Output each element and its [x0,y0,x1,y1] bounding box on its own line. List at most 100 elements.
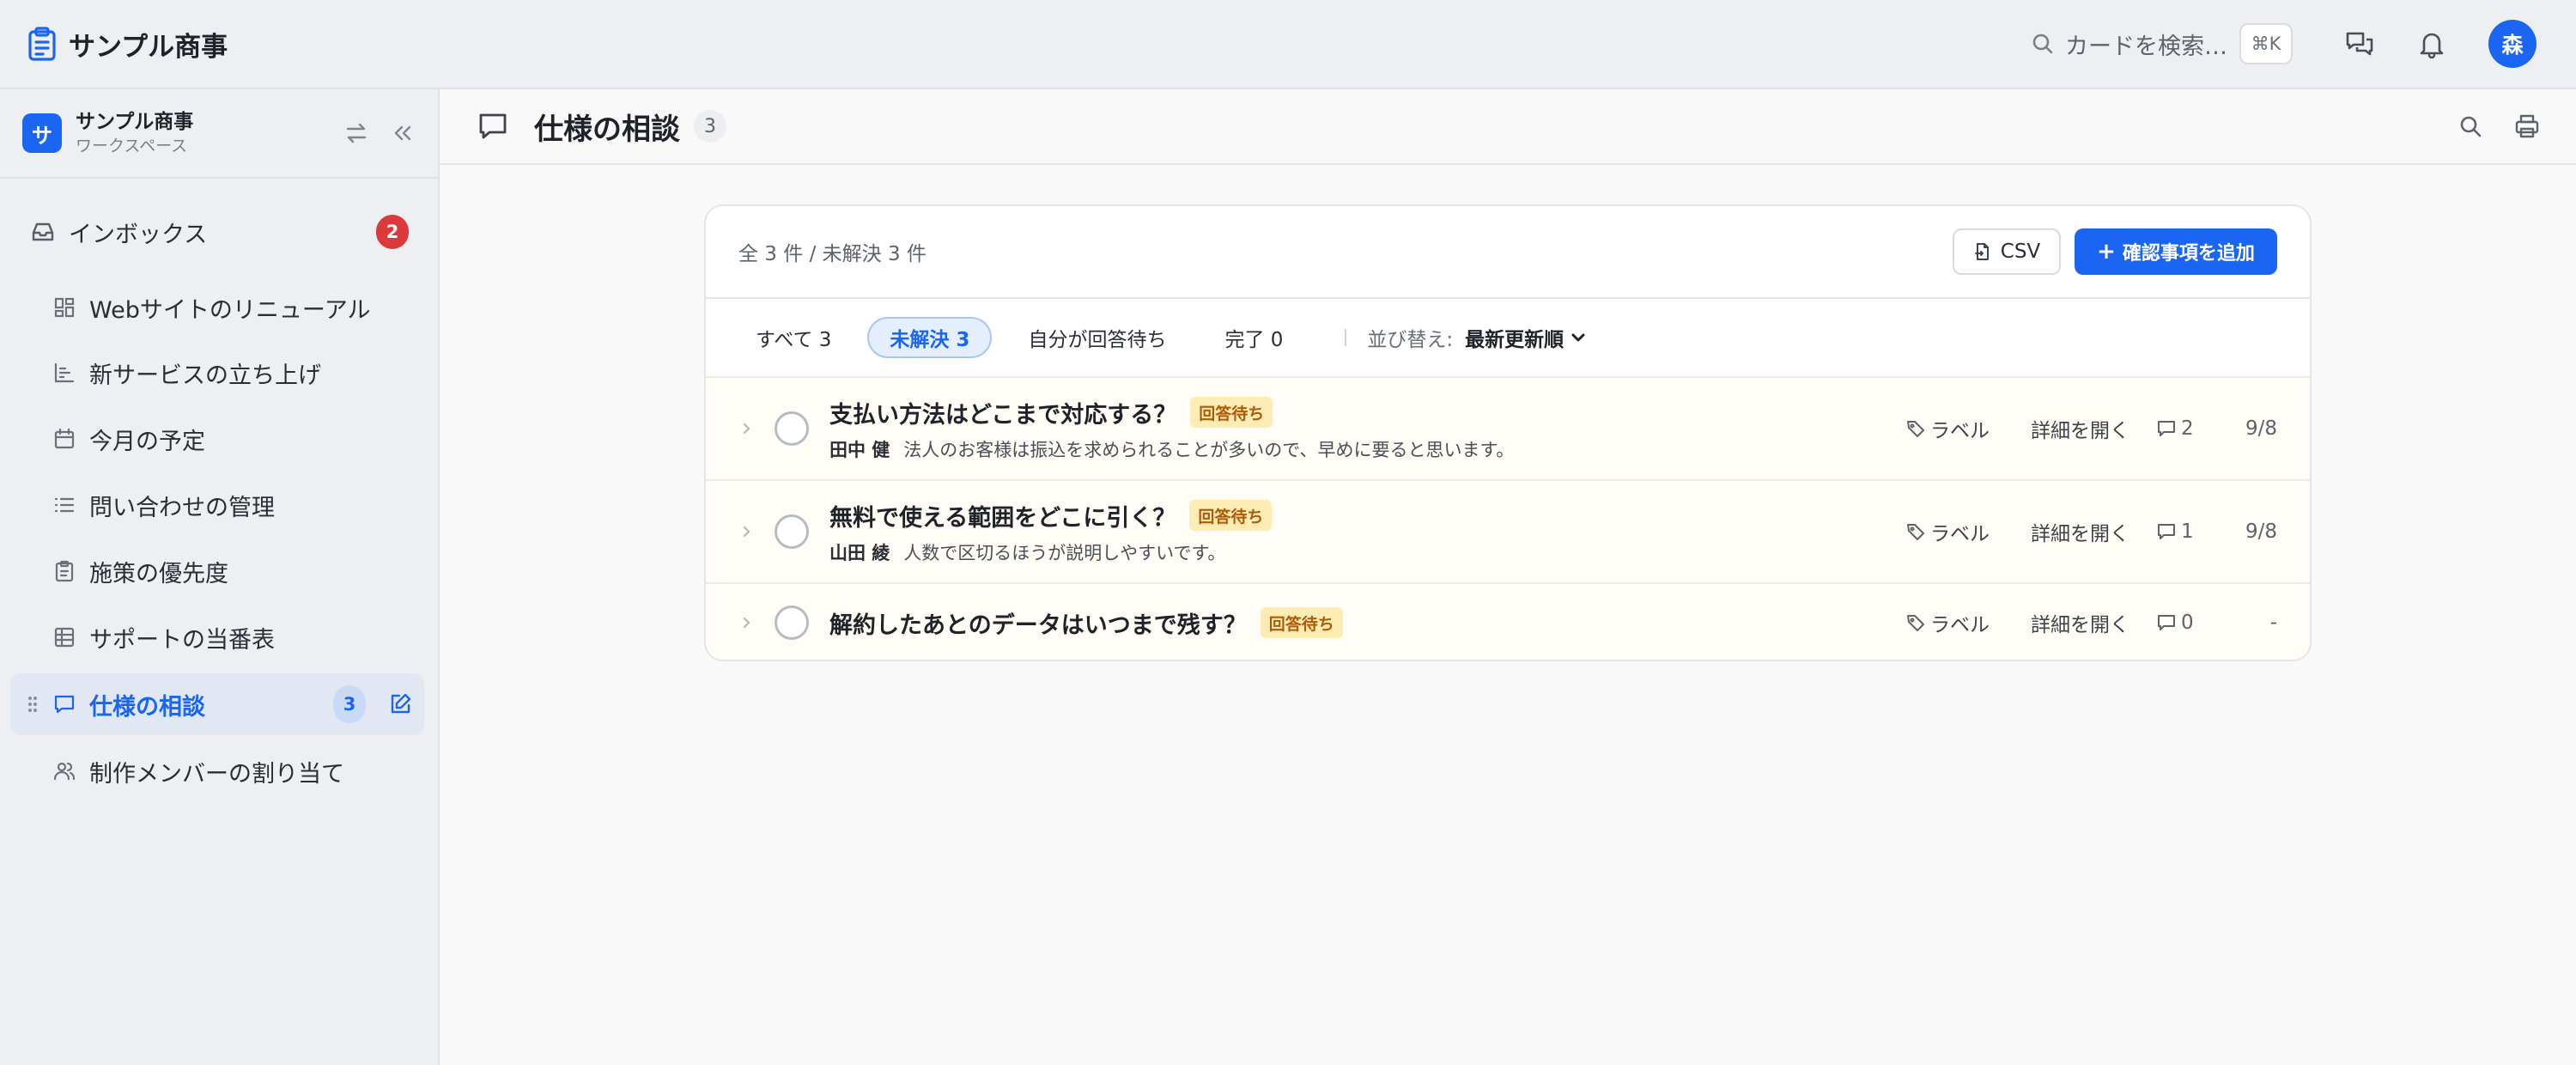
open-details-link[interactable]: 詳細を開く [2031,414,2129,443]
csv-export-button[interactable]: CSV [1953,228,2061,275]
comment-count[interactable]: 0 [2157,612,2208,634]
sidebar-item-inquiries[interactable]: 問い合わせの管理 [10,478,424,532]
workspace-subtitle: ワークスペース [76,137,188,155]
label-button[interactable]: ラベル [1906,608,1990,637]
question-row[interactable]: 無料で使える範囲をどこに引く？ 回答待ち 山田 綾 人数で区切るほうが説明しやす… [706,479,2310,582]
resolve-checkbox[interactable] [775,606,809,640]
filter-awaiting-me[interactable]: 自分が回答待ち [1005,317,1188,358]
bell-icon[interactable] [2416,28,2447,59]
list-icon [53,494,76,516]
status-badge: 回答待ち [1189,500,1273,531]
comment-count[interactable]: 2 [2157,417,2208,440]
sidebar-item-label: 制作メンバーの割り当て [89,760,344,788]
sidebar: サ サンプル商事 ワークスペース インボックス 2 Webサイトのリニューアル … [0,89,440,1065]
page-header: 仕様の相談 3 [440,89,2576,165]
summary-text: 全 3 件 / 未解決 3 件 [738,243,927,265]
label-button-text: ラベル [1930,523,1990,545]
sidebar-item-label: 仕様の相談 [89,693,205,721]
drag-handle-icon[interactable] [26,694,39,715]
question-row[interactable]: 支払い方法はどこまで対応する？ 回答待ち 田中 健 法人のお客様は振込を求められ… [706,376,2310,479]
question-title[interactable]: 支払い方法はどこまで対応する？ [829,396,1176,429]
sort-select[interactable]: 最新更新順 [1465,323,1564,352]
sidebar-item-label: 今月の予定 [89,428,205,455]
author-name: 山田 綾 [829,542,890,563]
resolve-checkbox[interactable] [775,411,809,446]
resolve-checkbox[interactable] [775,514,809,549]
question-title[interactable]: 無料で使える範囲をどこに引く？ [829,499,1176,532]
sort-label: 並び替え: [1367,329,1454,351]
search-icon [2031,32,2055,56]
filter-all[interactable]: すべて 3 [733,317,854,358]
updated-date: - [2269,612,2277,634]
clipboard-icon [53,560,76,582]
edit-icon[interactable] [388,692,412,716]
filter-bar: すべて 3 未解決 3 自分が回答待ち 完了 0 並び替え: 最新更新順 [706,299,2310,376]
csv-label: CSV [2000,240,2041,263]
search-box[interactable]: カードを検索… ⌘K [2031,23,2293,64]
sidebar-item-support-roster[interactable]: サポートの当番表 [10,610,424,665]
switch-workspace-icon[interactable] [343,120,369,146]
label-button[interactable]: ラベル [1906,414,1990,443]
search-shortcut: ⌘K [2239,23,2293,64]
label-button-text: ラベル [1930,614,1990,636]
workspace-header: サ サンプル商事 ワークスペース [0,89,438,179]
filter-unresolved[interactable]: 未解決 3 [867,317,993,358]
sidebar-item-label: 問い合わせの管理 [89,494,275,521]
tag-icon [1906,419,1925,438]
item-count-badge: 3 [333,685,366,723]
sidebar-item-priorities[interactable]: 施策の優先度 [10,544,424,599]
author-name: 田中 健 [829,439,890,460]
add-question-label: 確認事項を追加 [2122,243,2255,265]
dashboard-icon [53,296,76,319]
comment-count-value: 1 [2181,520,2194,543]
plus-icon: + [2097,239,2116,265]
workspace-name: サンプル商事 [76,111,194,133]
chevron-right-icon[interactable] [738,615,754,630]
comment-count[interactable]: 1 [2157,520,2208,543]
page-count-badge: 3 [694,110,726,143]
print-icon[interactable] [2514,113,2540,139]
app-name: サンプル商事 [69,31,228,63]
tag-icon [1906,522,1925,541]
table-icon [53,626,76,648]
label-button[interactable]: ラベル [1906,517,1990,546]
sidebar-item-inbox[interactable]: インボックス 2 [31,211,409,253]
open-details-link[interactable]: 詳細を開く [2031,608,2129,637]
sidebar-item-web-renewal[interactable]: Webサイトのリニューアル [10,280,424,335]
sidebar-item-new-service[interactable]: 新サービスの立ち上げ [10,345,424,400]
inbox-icon [31,220,55,244]
status-badge: 回答待ち [1260,607,1343,638]
question-row[interactable]: 解約したあとのデータはいつまで残す？ 回答待ち ラベル 詳細を開く 0 - [706,582,2310,660]
updated-date: 9/8 [2245,417,2277,440]
search-icon[interactable] [2458,113,2483,139]
add-question-button[interactable]: + 確認事項を追加 [2075,228,2277,275]
sidebar-item-label: インボックス [69,221,208,248]
chat-icon[interactable] [2344,28,2375,59]
questions-card: 全 3 件 / 未解決 3 件 CSV + 確認事項を追加 すべて 3 未解決 … [704,204,2312,661]
chevron-down-icon[interactable] [1569,328,1588,347]
avatar[interactable]: 森 [2488,20,2537,68]
brand[interactable]: サンプル商事 [27,25,228,64]
workspace-logo: サ [22,113,62,153]
open-details-link[interactable]: 詳細を開く [2031,517,2129,546]
sidebar-item-member-assignment[interactable]: 制作メンバーの割り当て [10,744,424,799]
file-export-icon [1973,242,1992,261]
comment-count-value: 2 [2181,417,2194,440]
chevron-right-icon[interactable] [738,524,754,539]
label-button-text: ラベル [1930,420,1990,442]
chevron-right-icon[interactable] [738,421,754,436]
question-title[interactable]: 解約したあとのデータはいつまで残す？ [829,606,1247,640]
sidebar-item-monthly-schedule[interactable]: 今月の予定 [10,411,424,466]
sidebar-item-label: 新サービスの立ち上げ [89,362,321,389]
sidebar-item-spec-consultation[interactable]: 仕様の相談 3 [10,673,424,735]
top-bar: サンプル商事 カードを検索… ⌘K 森 [0,0,2576,89]
reply-excerpt: 人数で区切るほうが説明しやすいです。 [903,542,1226,563]
filter-divider [1345,329,1347,346]
filter-done[interactable]: 完了 0 [1202,317,1305,358]
comment-icon [2157,613,2176,632]
collapse-sidebar-icon[interactable] [390,120,416,146]
calendar-icon [53,428,76,450]
page-title: 仕様の相談 [534,112,680,147]
comment-icon [2157,522,2176,541]
search-placeholder: カードを検索… [2065,33,2227,60]
